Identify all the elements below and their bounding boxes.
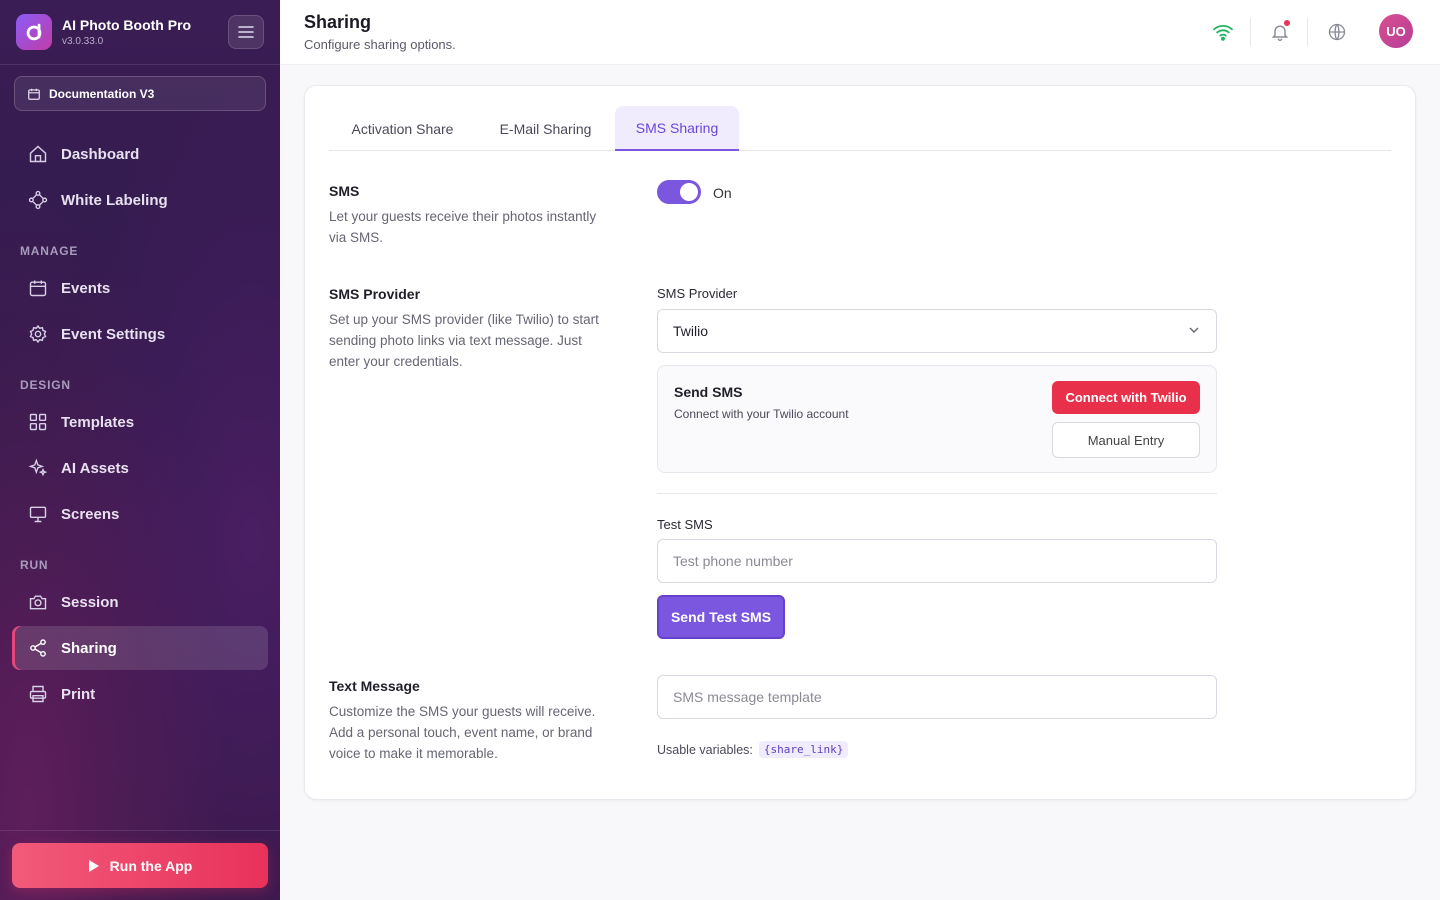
sidebar-item-templates[interactable]: Templates (12, 400, 268, 444)
top-header: Sharing Configure sharing options. UO (280, 0, 1440, 65)
sidebar-item-event-settings[interactable]: Event Settings (12, 312, 268, 356)
printer-icon (28, 684, 48, 704)
sidebar-item-label: Print (61, 685, 96, 703)
sidebar-item-session[interactable]: Session (12, 580, 268, 624)
page-title: Sharing (304, 12, 372, 32)
usable-variables-label: Usable variables: (657, 742, 753, 757)
sidebar-item-ai-assets[interactable]: AI Assets (12, 446, 268, 490)
app-logo-icon (16, 14, 52, 50)
tab-bar: Activation Share E-Mail Sharing SMS Shar… (329, 106, 1391, 151)
text-message-title: Text Message (329, 678, 420, 694)
page-subtitle: Configure sharing options. (304, 37, 456, 52)
calendar-icon (28, 88, 40, 100)
project-name: Documentation V3 (49, 86, 155, 101)
tab-sms-sharing[interactable]: SMS Sharing (615, 106, 739, 151)
language-button[interactable] (1325, 20, 1349, 44)
gear-icon (28, 324, 48, 344)
sidebar-item-label: Templates (61, 413, 135, 431)
sidebar-toggle-button[interactable] (228, 15, 264, 49)
sidebar-divider (0, 830, 280, 831)
connect-twilio-button[interactable]: Connect with Twilio (1052, 381, 1200, 414)
manual-entry-button[interactable]: Manual Entry (1052, 422, 1200, 458)
variable-share-link[interactable]: {share_link} (758, 741, 849, 758)
sharing-card: Activation Share E-Mail Sharing SMS Shar… (304, 85, 1416, 800)
send-test-sms-button[interactable]: Send Test SMS (657, 595, 785, 639)
run-app-button[interactable]: Run the App (12, 843, 268, 888)
section-divider (657, 493, 1217, 494)
grid-icon (28, 412, 48, 432)
monitor-icon (28, 504, 48, 524)
sidebar-item-sharing[interactable]: Sharing (12, 626, 268, 670)
provider-section-description: Set up your SMS provider (like Twilio) t… (329, 312, 599, 369)
text-message-description: Customize the SMS your guests will recei… (329, 704, 596, 761)
sidebar-item-label: Events (61, 279, 111, 297)
sidebar-item-label: White Labeling (61, 191, 168, 209)
send-sms-panel: Send SMS Connect with your Twilio accoun… (657, 365, 1217, 473)
sidebar-item-label: Event Settings (61, 325, 166, 343)
sidebar: AI Photo Booth Pro v3.0.33.0 Documentati… (0, 0, 280, 900)
white-label-icon (28, 190, 48, 210)
sms-section-title: SMS (329, 183, 360, 199)
sidebar-divider (0, 64, 280, 65)
hamburger-icon (238, 26, 254, 38)
camera-icon (28, 592, 48, 612)
sidebar-item-label: Sharing (61, 639, 117, 657)
notifications-button[interactable] (1268, 20, 1292, 44)
selected-provider: Twilio (673, 323, 709, 339)
chevron-down-icon (1189, 327, 1199, 334)
provider-field-label: SMS Provider (657, 286, 738, 301)
project-selector[interactable]: Documentation V3 (14, 76, 266, 111)
sms-toggle-state: On (713, 185, 732, 201)
send-sms-description: Connect with your Twilio account (674, 407, 849, 421)
sidebar-item-label: Dashboard (61, 145, 140, 163)
tab-activation-share[interactable]: Activation Share (329, 106, 476, 151)
sidebar-item-label: Screens (61, 505, 120, 523)
section-label-manage: MANAGE (20, 244, 79, 258)
wifi-icon[interactable] (1211, 20, 1235, 44)
sidebar-item-events[interactable]: Events (12, 266, 268, 310)
sms-template-input[interactable] (657, 675, 1217, 719)
sidebar-item-screens[interactable]: Screens (12, 492, 268, 536)
provider-section-title: SMS Provider (329, 286, 421, 302)
sidebar-item-label: AI Assets (61, 459, 129, 477)
sms-toggle[interactable] (657, 180, 701, 204)
sms-section-description: Let your guests receive their photos ins… (329, 209, 597, 245)
section-label-run: RUN (20, 558, 49, 572)
sidebar-item-label: Session (61, 593, 119, 611)
test-phone-input[interactable] (657, 539, 1217, 583)
app-version: v3.0.33.0 (62, 36, 104, 47)
sparkles-icon (28, 458, 48, 478)
run-app-label: Run the App (109, 857, 193, 874)
sms-provider-select[interactable]: Twilio (657, 309, 1217, 353)
notification-dot (1284, 20, 1290, 26)
header-divider (1250, 18, 1251, 46)
usable-variables: Usable variables: {share_link} (657, 741, 849, 758)
test-sms-label: Test SMS (657, 517, 713, 532)
app-name: AI Photo Booth Pro (62, 17, 192, 33)
brand: AI Photo Booth Pro v3.0.33.0 (16, 14, 191, 50)
header-divider (1307, 18, 1308, 46)
share-icon (28, 638, 48, 658)
globe-icon (1328, 23, 1346, 41)
sidebar-item-white-labeling[interactable]: White Labeling (12, 178, 268, 222)
sidebar-item-print[interactable]: Print (12, 672, 268, 716)
play-icon (88, 859, 99, 872)
section-label-design: DESIGN (20, 378, 71, 392)
toggle-knob (680, 183, 698, 201)
user-avatar[interactable]: UO (1379, 14, 1413, 48)
tab-email-sharing[interactable]: E-Mail Sharing (478, 106, 613, 151)
send-sms-title: Send SMS (674, 384, 743, 400)
home-icon (28, 144, 48, 164)
calendar-icon (28, 278, 48, 298)
sidebar-item-dashboard[interactable]: Dashboard (12, 132, 268, 176)
